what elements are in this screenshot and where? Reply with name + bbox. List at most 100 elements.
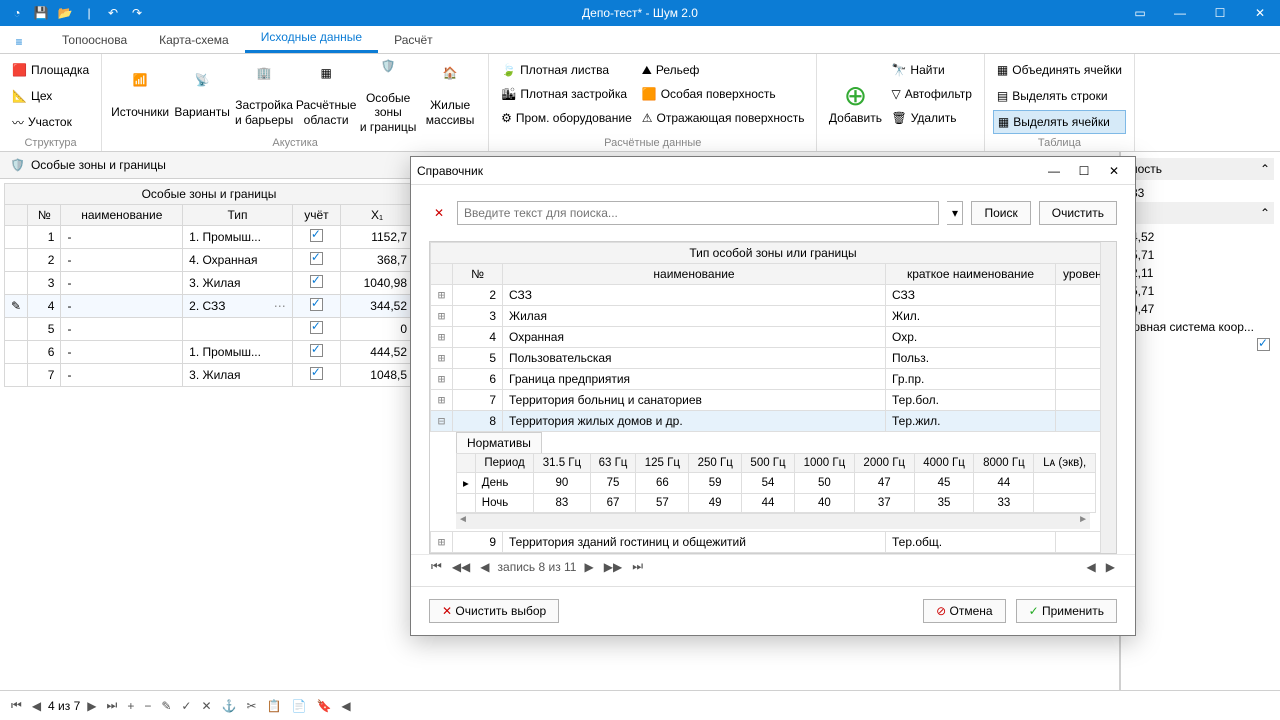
calc-areas-button[interactable]: ▦Расчётные области (296, 58, 356, 135)
sb-paste-icon[interactable]: 📄 (289, 699, 310, 713)
dense-build-button[interactable]: 🏙Плотная застройка (497, 82, 636, 106)
table-row[interactable]: ⊞7Территория больниц и санаториевТер.бол… (431, 390, 1116, 411)
zones-grid[interactable]: Особые зоны и границы № наименование Тип… (4, 183, 414, 387)
first-icon[interactable]: ⏮ (429, 559, 444, 574)
sb-del-icon[interactable]: − (141, 699, 154, 713)
ref-col-name[interactable]: наименование (503, 264, 886, 285)
sb-first-icon[interactable]: ⏮ (8, 698, 25, 713)
norms-grid[interactable]: Период31.5 Гц63 Гц125 Гц250 Гц500 Гц1000… (456, 453, 1096, 513)
dlg-maximize-icon[interactable]: ☐ (1069, 164, 1099, 178)
add-button[interactable]: ⊕Добавить (825, 58, 885, 147)
table-row[interactable]: ⊟8Территория жилых домов и др.Тер.жил.8 (431, 411, 1116, 432)
next-icon[interactable]: ▶ (582, 560, 595, 574)
col-check[interactable]: учёт (292, 205, 340, 226)
sb-anchor-icon[interactable]: ⚓ (219, 699, 240, 713)
shop-button[interactable]: 📐Цех (8, 84, 93, 108)
table-row[interactable]: 1-1. Промыш...1152,7 (5, 226, 414, 249)
search-button[interactable]: Поиск (971, 201, 1030, 225)
last-icon[interactable]: ⏭ (630, 559, 645, 574)
dlg-minimize-icon[interactable]: — (1039, 164, 1069, 178)
minimize-icon[interactable]: — (1160, 0, 1200, 26)
table-row[interactable]: ▸День907566595450474544 (457, 473, 1096, 494)
maximize-icon[interactable]: ☐ (1200, 0, 1240, 26)
clear-button[interactable]: Очистить (1039, 201, 1117, 225)
sb-prev-icon[interactable]: ◀ (29, 699, 44, 713)
table-row[interactable]: 5-0 (5, 318, 414, 341)
table-row[interactable]: ⊞2СЗЗСЗЗ2 (431, 285, 1116, 306)
foliage-button[interactable]: 🍃Плотная листва (497, 58, 636, 82)
select-cells-button[interactable]: ▦Выделять ячейки (993, 110, 1126, 134)
merge-cells-button[interactable]: ▦Объединять ячейки (993, 58, 1126, 82)
norms-tab[interactable]: Нормативы (456, 432, 542, 453)
open-icon[interactable]: 📂 (56, 4, 74, 22)
collapse-icon[interactable]: ⌃ (1260, 206, 1270, 220)
table-row[interactable]: Ночь836757494440373533 (457, 494, 1096, 513)
col-x1[interactable]: X₁ (341, 205, 414, 226)
cancel-button[interactable]: ⊘ Отмена (923, 599, 1005, 623)
nextpage-icon[interactable]: ▶▶ (602, 560, 624, 574)
find-button[interactable]: 🔭Найти (887, 58, 975, 82)
tab-map[interactable]: Карта-схема (143, 27, 245, 53)
sb-copy-icon[interactable]: 📋 (264, 699, 285, 713)
sb-cut-icon[interactable]: ✂ (244, 699, 260, 713)
clear-selection-button[interactable]: ✕ Очистить выбор (429, 599, 559, 623)
sb-next-icon[interactable]: ▶ (84, 699, 99, 713)
table-row[interactable]: 6-1. Промыш...444,52 (5, 341, 414, 364)
nav-left-icon[interactable]: ◀ (1085, 560, 1098, 574)
section-button[interactable]: 〰Участок (8, 110, 93, 134)
nav-right-icon[interactable]: ▶ (1104, 560, 1117, 574)
apply-button[interactable]: ✓ Применить (1016, 599, 1117, 623)
tab-source-data[interactable]: Исходные данные (245, 24, 378, 53)
dlg-close-icon[interactable]: ✕ (1099, 164, 1129, 178)
special-zones-button[interactable]: 🛡️Особые зоны и границы (358, 58, 418, 135)
collapse-icon[interactable]: ⌃ (1260, 162, 1270, 176)
delete-button[interactable]: 🗑Удалить (887, 106, 975, 130)
prevpage-icon[interactable]: ◀◀ (450, 560, 472, 574)
residential-button[interactable]: 🏠Жилые массивы (420, 58, 480, 135)
sb-bookmark-icon[interactable]: 🔖 (313, 699, 334, 713)
close-icon[interactable]: ✕ (1240, 0, 1280, 26)
table-row[interactable]: ⊞4ОхраннаяОхр.4 (431, 327, 1116, 348)
v-scrollbar[interactable] (1100, 242, 1116, 553)
dropdown-icon[interactable]: ▾ (947, 201, 963, 225)
table-row[interactable]: ⊞5ПользовательскаяПольз.5 (431, 348, 1116, 369)
buildings-button[interactable]: 🏢Застройка и барьеры (234, 58, 294, 135)
clear-search-icon[interactable]: ✕ (429, 206, 449, 220)
table-row[interactable]: ⊞ 9 Территория зданий гостиниц и общежит… (431, 532, 1116, 553)
variants-button[interactable]: 📡Варианты (172, 58, 232, 135)
sb-edit-icon[interactable]: ✎ (158, 699, 174, 713)
sb-left-icon[interactable]: ◀ (338, 699, 353, 713)
undo-icon[interactable]: ↶ (104, 4, 122, 22)
table-row[interactable]: 2-4. Охранная368,7 (5, 249, 414, 272)
sb-add-icon[interactable]: + (124, 699, 137, 713)
ref-col-no[interactable]: № (453, 264, 503, 285)
autofilter-button[interactable]: ▽Автофильтр (887, 82, 975, 106)
sb-ok-icon[interactable]: ✓ (178, 699, 194, 713)
tab-topo[interactable]: Топооснова (46, 27, 143, 53)
col-no[interactable]: № (28, 205, 61, 226)
table-row[interactable]: ⊞3ЖилаяЖил.3 (431, 306, 1116, 327)
save-icon[interactable]: 💾 (32, 4, 50, 22)
table-row[interactable]: 3-3. Жилая1040,98 (5, 272, 414, 295)
prev-icon[interactable]: ◀ (478, 560, 491, 574)
col-name[interactable]: наименование (61, 205, 183, 226)
search-input[interactable] (457, 201, 939, 225)
site-button[interactable]: 🟥Площадка (8, 58, 93, 82)
relief-button[interactable]: ⛰Рельеф (638, 58, 809, 82)
equipment-button[interactable]: ⚙Пром. оборудование (497, 106, 636, 130)
reflective-button[interactable]: ⚠Отражающая поверхность (638, 106, 809, 130)
h-scrollbar[interactable] (456, 513, 1090, 529)
table-row[interactable]: ✎4-2. СЗЗ ⋯344,52 (5, 295, 414, 318)
col-type[interactable]: Тип (183, 205, 293, 226)
ref-col-short[interactable]: краткое наименование (886, 264, 1056, 285)
prop-checkbox[interactable] (1257, 338, 1270, 351)
sb-last-icon[interactable]: ⏭ (104, 698, 121, 713)
select-rows-button[interactable]: ▤Выделять строки (993, 84, 1126, 108)
table-row[interactable]: 7-3. Жилая1048,5 (5, 364, 414, 387)
sources-button[interactable]: 📶Источники (110, 58, 170, 135)
redo-icon[interactable]: ↷ (128, 4, 146, 22)
table-row[interactable]: ⊞6Граница предприятияГр.пр.6 (431, 369, 1116, 390)
tab-calc[interactable]: Расчёт (378, 27, 449, 53)
sb-cancel-icon[interactable]: ✕ (198, 699, 214, 713)
file-menu-icon[interactable]: ≡ (8, 31, 30, 53)
